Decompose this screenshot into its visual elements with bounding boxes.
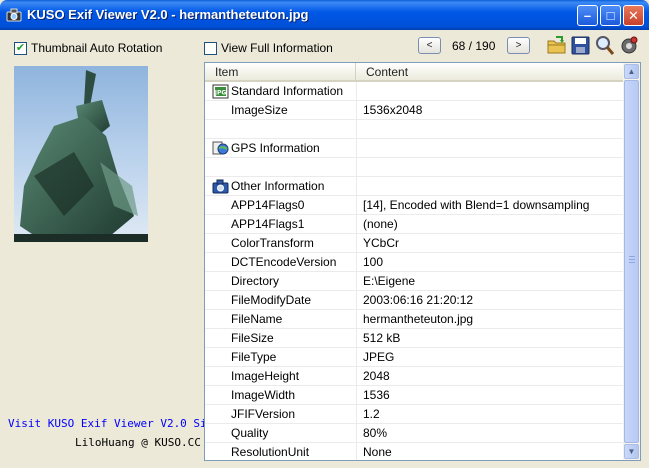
camera-app-icon — [6, 8, 22, 22]
table-row[interactable]: ColorTransform YCbCr — [205, 234, 624, 253]
thumbnail-rotation-checkbox[interactable]: ✔ — [14, 41, 27, 55]
table-row[interactable]: FileSize 512 kB — [205, 329, 624, 348]
thumbnail-image — [14, 66, 148, 242]
item-cell: APP14Flags0 — [205, 196, 357, 214]
table-body: JPG Standard Information ImageSize 1536x204… — [205, 82, 624, 460]
thumbnail-rotation-label: Thumbnail Auto Rotation — [31, 41, 163, 55]
content-cell: hermantheteuton.jpg — [363, 312, 474, 326]
content-cell: 1536x2048 — [363, 103, 423, 117]
minimize-button[interactable]: – — [577, 5, 598, 26]
table-row[interactable]: FileName hermantheteuton.jpg — [205, 310, 624, 329]
table-row[interactable]: Quality 80% — [205, 424, 624, 443]
table-row[interactable]: ImageHeight 2048 — [205, 367, 624, 386]
table-row[interactable]: APP14Flags1 (none) — [205, 215, 624, 234]
content-cell: 80% — [363, 426, 388, 440]
content-cell: YCbCr — [363, 236, 400, 250]
item-cell: Directory — [205, 272, 357, 290]
section-header-row[interactable]: GPS Information — [205, 139, 624, 158]
content-cell: JPEG — [363, 350, 395, 364]
view-full-info-option[interactable]: View Full Information — [204, 41, 333, 55]
jpg-info-icon: JPG — [212, 84, 229, 99]
item-cell: Quality — [205, 424, 357, 442]
content-cell — [357, 177, 624, 195]
scroll-down-button[interactable]: ▼ — [624, 444, 639, 459]
item-cell: FileName — [205, 310, 357, 328]
column-header-content[interactable]: Content — [356, 63, 624, 80]
settings-icon[interactable] — [619, 35, 640, 56]
content-cell: 100 — [363, 255, 384, 269]
item-cell: ImageSize — [205, 101, 357, 119]
item-cell: FileType — [205, 348, 357, 366]
item-cell: JFIFVersion — [205, 405, 357, 423]
content-cell — [357, 120, 624, 138]
table-row[interactable]: ResolutionUnit None — [205, 443, 624, 460]
section-header-row[interactable]: JPG Standard Information — [205, 82, 624, 101]
table-row[interactable]: Directory E:\Eigene — [205, 272, 624, 291]
content-cell — [357, 139, 624, 157]
table-row[interactable]: JFIFVersion 1.2 — [205, 405, 624, 424]
item-cell: ResolutionUnit — [205, 443, 357, 460]
exif-info-table[interactable]: Item Content JPG Standard Information Imag… — [204, 62, 641, 461]
camera-icon — [212, 179, 229, 194]
section-title: Other Information — [231, 178, 325, 193]
section-title: GPS Information — [231, 140, 320, 155]
table-header: Item Content — [205, 63, 624, 82]
item-cell: ImageHeight — [205, 367, 357, 385]
item-cell: DCTEncodeVersion — [205, 253, 357, 271]
table-row[interactable]: ImageSize 1536x2048 — [205, 101, 624, 120]
content-cell: 1.2 — [363, 407, 380, 421]
item-cell: ImageWidth — [205, 386, 357, 404]
scroll-up-button[interactable]: ▲ — [624, 64, 639, 79]
scrollbar-thumb[interactable] — [624, 80, 639, 443]
table-row[interactable]: APP14Flags0 [14], Encoded with Blend=1 do… — [205, 196, 624, 215]
table-row[interactable]: ImageWidth 1536 — [205, 386, 624, 405]
statue-photo — [14, 66, 148, 242]
section-header-row[interactable]: Other Information — [205, 177, 624, 196]
content-cell — [357, 158, 624, 176]
content-cell: E:\Eigene — [363, 274, 416, 288]
table-row[interactable]: DCTEncodeVersion 100 — [205, 253, 624, 272]
author-credit: LiloHuang @ KUSO.CC — [75, 436, 201, 449]
content-cell: 1536 — [363, 388, 390, 402]
table-row[interactable]: FileType JPEG — [205, 348, 624, 367]
title-bar: KUSO Exif Viewer V2.0 - hermantheteuton.… — [0, 0, 649, 30]
thumbnail-rotation-option[interactable]: ✔ Thumbnail Auto Rotation — [14, 41, 162, 55]
page-counter: 68 / 190 — [452, 39, 496, 53]
content-cell: 2048 — [363, 369, 390, 383]
column-header-item[interactable]: Item — [205, 63, 356, 80]
scrollbar-grip — [629, 256, 635, 263]
content-cell: (none) — [363, 217, 398, 231]
vertical-scrollbar[interactable]: ▲ ▼ — [623, 63, 640, 460]
blank-row[interactable] — [205, 158, 624, 177]
item-cell: FileModifyDate — [205, 291, 357, 309]
blank-row[interactable] — [205, 120, 624, 139]
svg-text:JPG: JPG — [214, 89, 227, 96]
content-cell: [14], Encoded with Blend=1 downsampling — [363, 198, 590, 212]
table-row[interactable]: FileModifyDate 2003:06:16 21:20:12 — [205, 291, 624, 310]
magnifier-icon[interactable] — [594, 35, 615, 56]
save-disk-icon[interactable] — [570, 35, 591, 56]
item-cell — [205, 158, 357, 176]
next-image-button[interactable]: > — [507, 37, 530, 54]
open-folder-icon[interactable] — [546, 35, 567, 56]
content-cell: None — [363, 445, 392, 459]
close-button[interactable]: ✕ — [623, 5, 644, 26]
item-cell: ColorTransform — [205, 234, 357, 252]
previous-image-button[interactable]: < — [418, 37, 441, 54]
gps-globe-icon — [212, 141, 229, 156]
maximize-button[interactable]: □ — [600, 5, 621, 26]
content-cell: 2003:06:16 21:20:12 — [363, 293, 474, 307]
content-cell — [357, 82, 624, 100]
view-full-info-checkbox[interactable] — [204, 41, 217, 55]
item-cell — [205, 120, 357, 138]
visit-site-link[interactable]: Visit KUSO Exif Viewer V2.0 Site — [8, 417, 220, 430]
content-cell: 512 kB — [363, 331, 401, 345]
view-full-info-label: View Full Information — [221, 41, 333, 55]
item-cell: FileSize — [205, 329, 357, 347]
item-cell: APP14Flags1 — [205, 215, 357, 233]
section-title: Standard Information — [231, 83, 344, 98]
window-title: KUSO Exif Viewer V2.0 - hermantheteuton.… — [27, 7, 309, 22]
